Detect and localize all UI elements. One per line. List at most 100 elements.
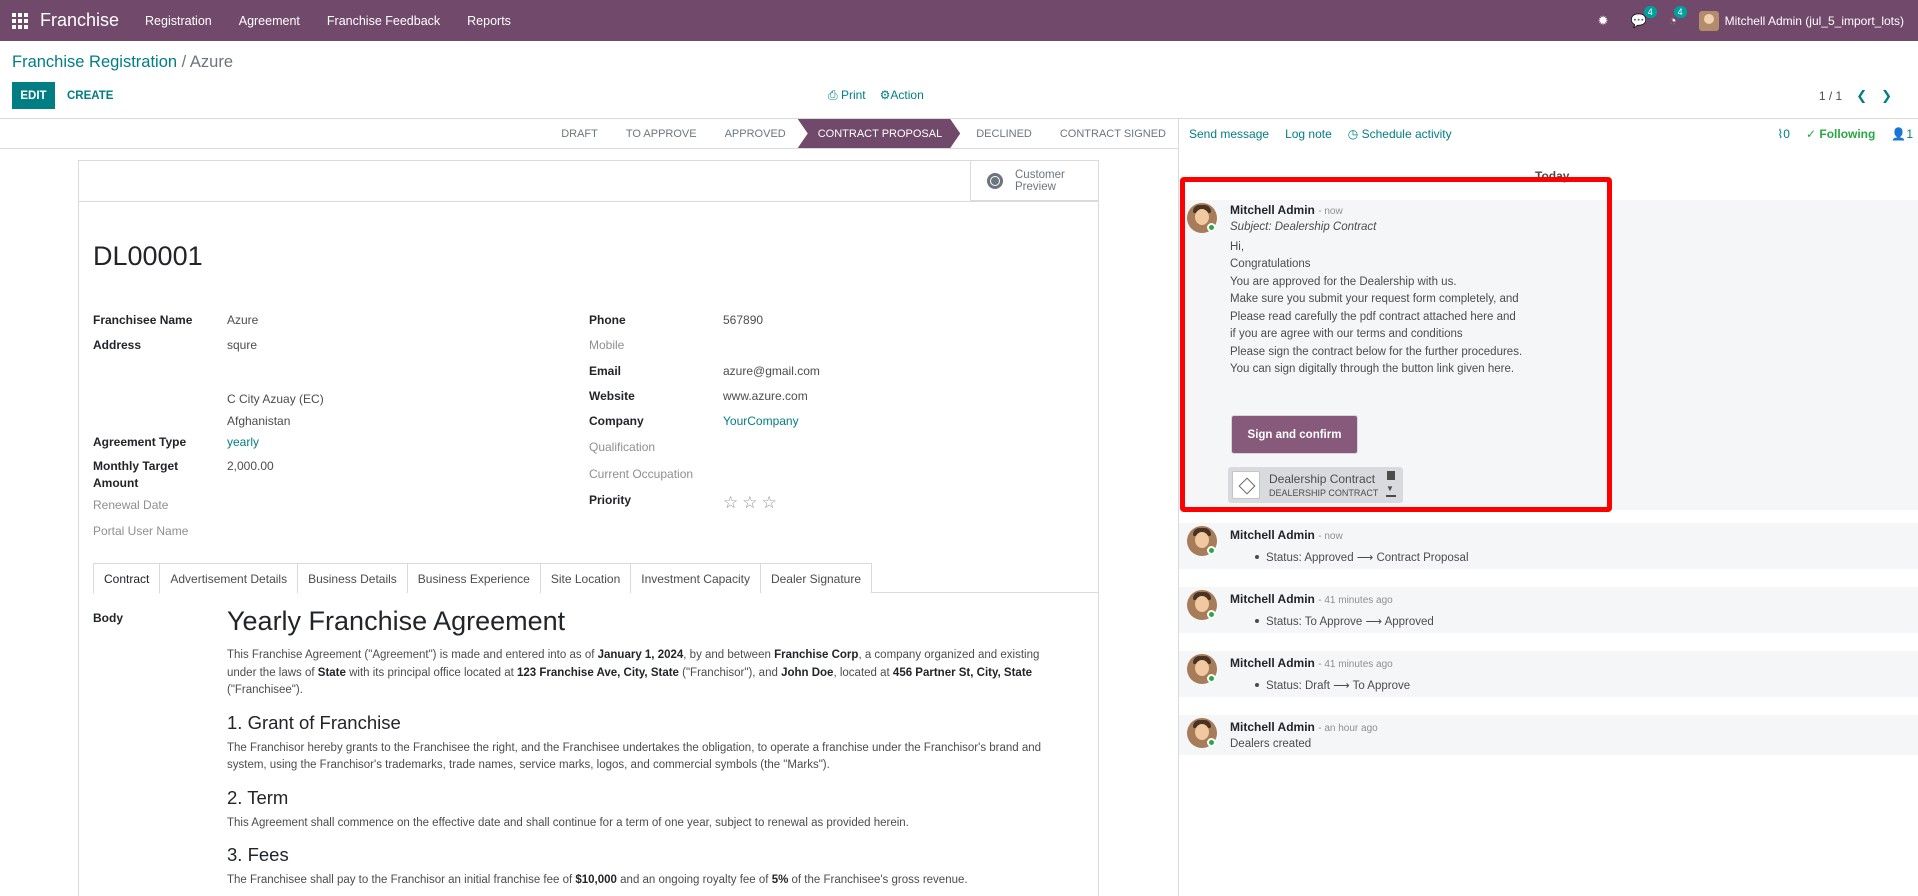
star-icon[interactable]: ☆ bbox=[742, 493, 757, 513]
contract-body[interactable]: Yearly Franchise Agreement This Franchis… bbox=[227, 606, 1062, 890]
gear-icon: ⚙ bbox=[879, 88, 891, 102]
stage-contract-signed[interactable]: CONTRACT SIGNED bbox=[1044, 119, 1178, 148]
breadcrumb: Franchise Registration / Azure bbox=[12, 53, 233, 72]
company-value[interactable]: YourCompany bbox=[723, 414, 799, 428]
attachment-type: DEALERSHIP CONTRACT bbox=[1269, 488, 1379, 498]
star-icon[interactable]: ☆ bbox=[762, 493, 777, 513]
tab-site-location[interactable]: Site Location bbox=[539, 563, 632, 593]
chevron-left-icon[interactable]: ❮ bbox=[1856, 88, 1867, 104]
section-2-title: 2. Term bbox=[227, 786, 289, 808]
following-button[interactable]: ✓ Following bbox=[1806, 127, 1875, 141]
customer-preview-button[interactable]: Customer Preview bbox=[970, 161, 1098, 201]
website-value: www.azure.com bbox=[723, 389, 808, 403]
customer-preview-label-2: Preview bbox=[1015, 180, 1056, 193]
tab-business-details[interactable]: Business Details bbox=[297, 563, 408, 593]
attachments-count: 0 bbox=[1783, 127, 1790, 141]
action-button[interactable]: ⚙Action bbox=[880, 88, 924, 103]
breadcrumb-parent[interactable]: Franchise Registration bbox=[12, 53, 177, 71]
edit-button[interactable]: EDIT bbox=[12, 82, 55, 109]
website-label: Website bbox=[589, 389, 635, 403]
star-icon[interactable]: ☆ bbox=[723, 493, 738, 513]
attachments-button[interactable]: ⌇0 bbox=[1777, 127, 1790, 141]
schedule-activity-button[interactable]: ◷ Schedule activity bbox=[1348, 127, 1452, 141]
monthly-target-label-line1: Monthly Target bbox=[93, 459, 179, 473]
user-menu[interactable]: Mitchell Admin (jul_5_import_lots) bbox=[1698, 10, 1904, 31]
address-city-state: C City Azuay (EC) bbox=[227, 392, 324, 406]
menu-agreement[interactable]: Agreement bbox=[239, 14, 300, 28]
message-date: - now bbox=[1318, 531, 1343, 542]
messages-icon[interactable]: 💬 4 bbox=[1631, 5, 1657, 29]
tab-advertisement-details[interactable]: Advertisement Details bbox=[159, 563, 299, 593]
bug-icon[interactable]: ✹ bbox=[1598, 13, 1609, 29]
franchisee-name-value: Azure bbox=[227, 313, 259, 327]
contract-title: Yearly Franchise Agreement bbox=[227, 606, 566, 636]
tab-business-experience[interactable]: Business Experience bbox=[406, 563, 541, 593]
mobile-label: Mobile bbox=[589, 338, 625, 352]
date-separator: Today bbox=[1535, 169, 1570, 183]
pager-value[interactable]: 1 / 1 bbox=[1819, 89, 1842, 103]
app-brand[interactable]: Franchise bbox=[40, 10, 119, 31]
online-status-icon bbox=[1207, 223, 1216, 232]
menu-franchise-feedback[interactable]: Franchise Feedback bbox=[327, 14, 440, 28]
company-label: Company bbox=[589, 414, 644, 428]
breadcrumb-separator: / bbox=[177, 53, 190, 71]
message-body: Dealers created bbox=[1230, 738, 1312, 750]
download-icon[interactable] bbox=[1386, 484, 1396, 497]
section-1-title: 1. Grant of Franchise bbox=[227, 711, 401, 733]
email-value: azure@gmail.com bbox=[723, 364, 820, 378]
online-status-icon bbox=[1207, 738, 1216, 747]
following-label: Following bbox=[1819, 127, 1876, 141]
print-label: Print bbox=[840, 88, 866, 102]
tab-contract[interactable]: Contract bbox=[93, 563, 161, 594]
stage-draft[interactable]: DRAFT bbox=[545, 119, 610, 148]
log-note-button[interactable]: Log note bbox=[1285, 127, 1332, 141]
print-icon: ⎙ bbox=[828, 88, 841, 102]
section-3-title: 3. Fees bbox=[227, 844, 289, 865]
record-name: DL00001 bbox=[93, 241, 203, 271]
message-date: - 41 minutes ago bbox=[1318, 659, 1393, 670]
form-sheet: Customer Preview DL00001 Franchisee Name … bbox=[78, 160, 1099, 896]
menu-reports[interactable]: Reports bbox=[467, 14, 511, 28]
print-button[interactable]: ⎙ Print bbox=[828, 88, 866, 103]
menu-registration[interactable]: Registration bbox=[145, 14, 212, 28]
message-date: - an hour ago bbox=[1318, 723, 1378, 734]
agreement-type-value[interactable]: yearly bbox=[227, 435, 259, 449]
tracking-value: Status: To Approve ⟶ Approved bbox=[1255, 616, 1434, 628]
body-label: Body bbox=[93, 611, 123, 625]
franchisee-name-label: Franchisee Name bbox=[93, 313, 193, 327]
activities-icon[interactable]: ◔ 4 bbox=[1669, 6, 1687, 28]
online-status-icon bbox=[1207, 610, 1216, 619]
current-occupation-label: Current Occupation bbox=[589, 467, 694, 481]
activities-badge: 4 bbox=[1673, 6, 1687, 18]
globe-icon bbox=[987, 172, 1003, 189]
tab-investment-capacity[interactable]: Investment Capacity bbox=[630, 563, 761, 593]
top-navbar: Franchise Registration Agreement Franchi… bbox=[0, 0, 1918, 41]
tracking-value: Status: Draft ⟶ To Approve bbox=[1254, 680, 1411, 692]
attachment-card[interactable]: Dealership Contract DEALERSHIP CONTRACT bbox=[1228, 467, 1403, 503]
stage-contract-proposal[interactable]: CONTRACT PROPOSAL bbox=[798, 119, 961, 148]
message-author: Mitchell Admin - an hour ago bbox=[1230, 720, 1378, 734]
form-view: DRAFT TO APPROVE APPROVED CONTRACT PROPO… bbox=[0, 119, 1178, 896]
email-label: Email bbox=[589, 364, 622, 378]
address-country: Afghanistan bbox=[227, 414, 291, 428]
followers-button[interactable]: 👤1 bbox=[1891, 127, 1913, 141]
trash-icon[interactable] bbox=[1387, 471, 1395, 480]
stage-approved[interactable]: APPROVED bbox=[709, 119, 798, 148]
tab-dealer-signature[interactable]: Dealer Signature bbox=[759, 563, 873, 593]
address-street: squre bbox=[227, 338, 258, 352]
qualification-label: Qualification bbox=[589, 440, 656, 454]
create-button[interactable]: CREATE bbox=[67, 82, 113, 109]
apps-menu-icon[interactable] bbox=[0, 0, 40, 41]
pager: 1 / 1 ❮ ❯ bbox=[1819, 88, 1892, 104]
stage-declined[interactable]: DECLINED bbox=[960, 119, 1044, 148]
stage-to-approve[interactable]: TO APPROVE bbox=[610, 119, 709, 148]
agreement-type-label: Agreement Type bbox=[93, 435, 187, 449]
chevron-right-icon[interactable]: ❯ bbox=[1881, 88, 1892, 104]
chatter-topbar: Send message Log note ◷ Schedule activit… bbox=[1179, 119, 1918, 149]
customer-preview-label-1: Customer bbox=[1015, 168, 1065, 181]
contract-intro: This Franchise Agreement ("Agreement") i… bbox=[227, 649, 1040, 696]
message-subject: Subject: Dealership Contract bbox=[1230, 221, 1377, 233]
send-message-button[interactable]: Send message bbox=[1189, 127, 1269, 141]
sign-and-confirm-button[interactable]: Sign and confirm bbox=[1232, 416, 1357, 453]
section-1-text: The Franchisor hereby grants to the Fran… bbox=[227, 741, 1042, 772]
